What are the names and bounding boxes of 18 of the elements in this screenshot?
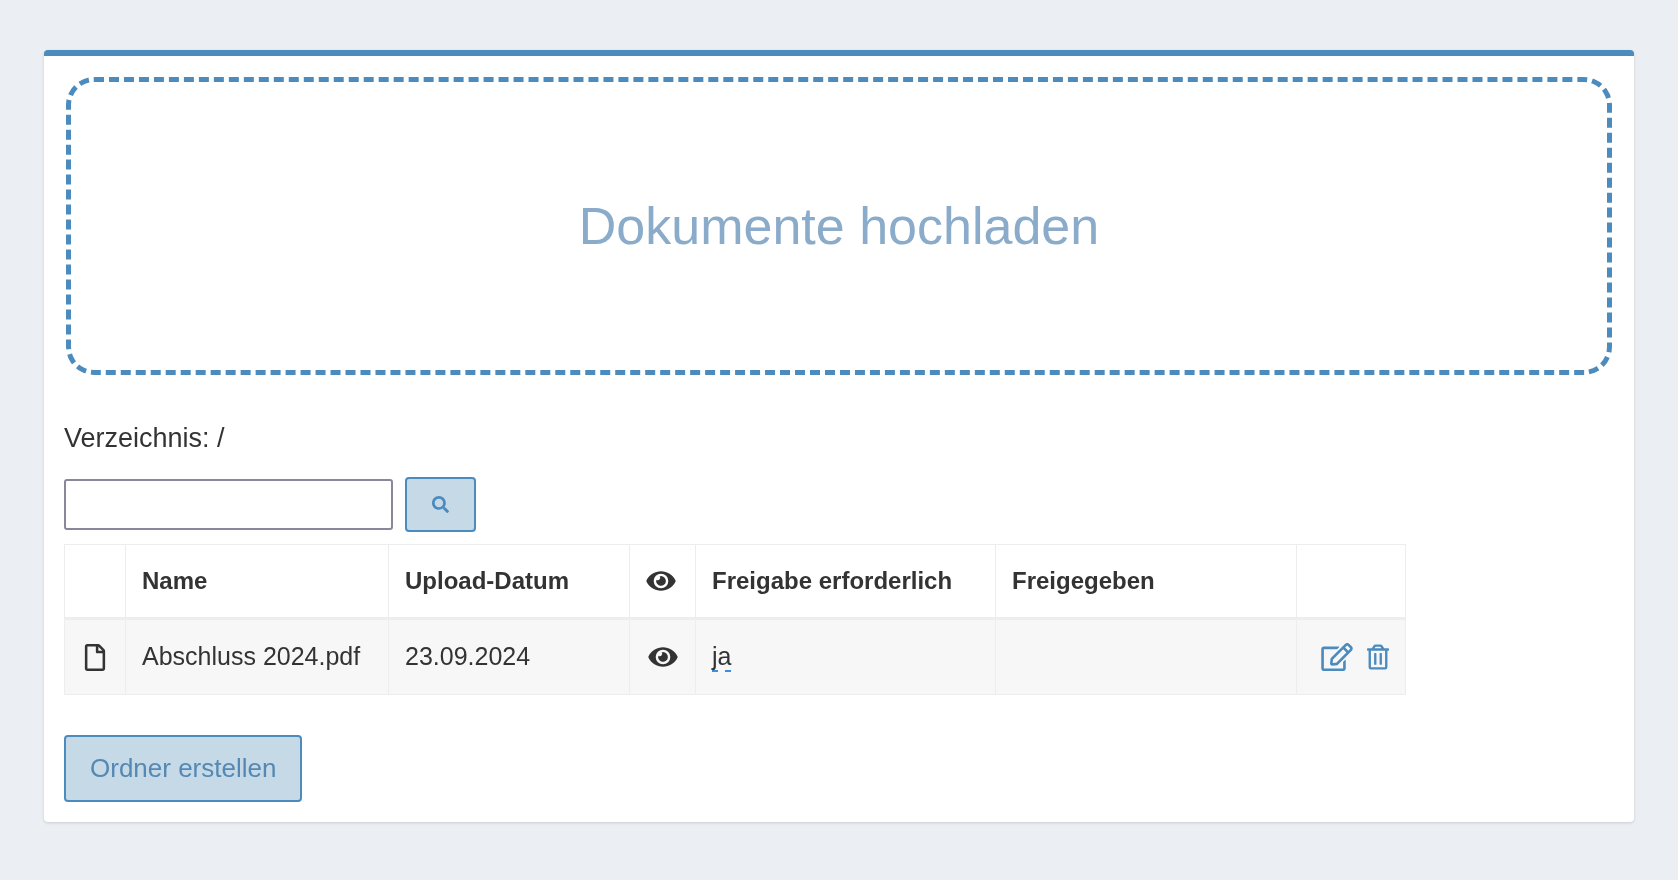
trash-icon[interactable] <box>1367 643 1389 671</box>
dropzone-label: Dokumente hochladen <box>578 196 1100 257</box>
column-header: Freigegeben <box>1012 567 1155 594</box>
column-header: Freigabe erforderlich <box>712 567 953 594</box>
search-button[interactable] <box>405 477 476 532</box>
create-folder-button[interactable]: Ordner erstellen <box>64 735 303 802</box>
search-icon <box>432 496 449 513</box>
eye-icon <box>646 568 676 594</box>
column-header: Upload-Datum <box>405 567 569 594</box>
edit-icon[interactable] <box>1321 643 1353 671</box>
approval-required-value: ja <box>712 642 732 673</box>
upload-dropzone[interactable]: Dokumente hochladen <box>66 77 1612 375</box>
view-eye-icon[interactable] <box>647 644 678 670</box>
file-icon <box>84 643 106 671</box>
column-header: Name <box>142 567 208 594</box>
directory-label: Verzeichnis: / <box>64 421 225 455</box>
upload-date: 23.09.2024 <box>405 642 531 671</box>
search-field[interactable] <box>64 479 393 530</box>
